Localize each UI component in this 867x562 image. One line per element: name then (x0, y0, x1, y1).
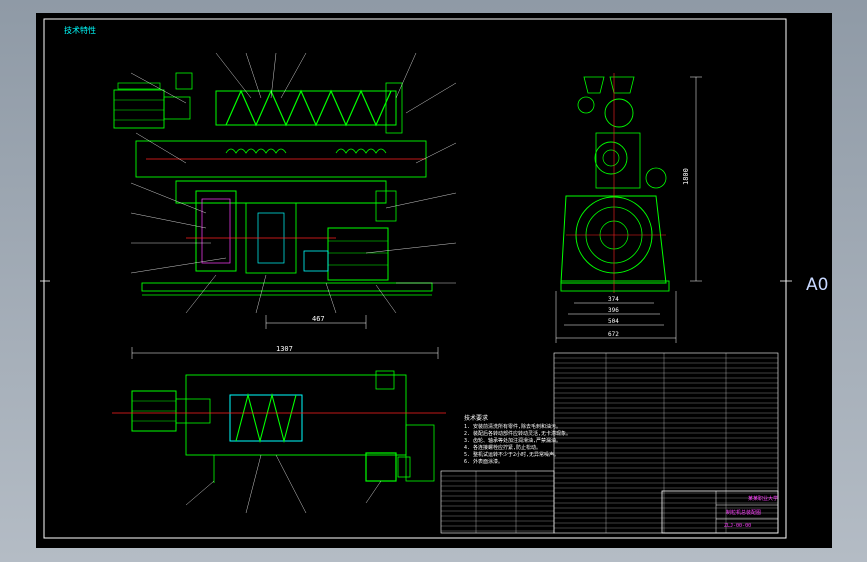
side-dimensions (555, 76, 702, 343)
side-base-2-value: 396 (608, 307, 619, 314)
outer-frame (43, 18, 787, 539)
title-block-drawing-no: ZLJ-00-00 (724, 523, 752, 529)
sheet-size-label: A0 (806, 275, 829, 295)
title-block-school: 某某职业大学 (748, 496, 779, 502)
side-base-3-value: 504 (608, 318, 619, 325)
side-view[interactable] (555, 73, 702, 343)
technical-note-line: 4. 各连接螺栓应拧紧,防止松动。 (464, 445, 542, 451)
technical-note-line: 6. 外表面涂漆。 (464, 459, 504, 465)
technical-note-line: 2. 装配后各转动部件应转动灵活,无卡滞现象。 (464, 431, 572, 437)
drawing-canvas: 467 1800 374 396 504 672 1307 (40, 18, 792, 539)
top-length-value: 1307 (276, 345, 293, 353)
front-view[interactable] (113, 52, 457, 329)
technical-note-line: 3. 齿轮、轴承等处加注润滑油,严禁漏油。 (464, 438, 562, 444)
lower-parts-table[interactable] (440, 470, 555, 534)
parts-list-table[interactable] (553, 352, 779, 534)
frame-title: 技术特性 (64, 26, 96, 35)
drawing-viewport[interactable]: 467 1800 374 396 504 672 1307 技术特性 A0 技术… (36, 13, 832, 548)
side-base-1-value: 374 (608, 296, 619, 303)
technical-note-line: 1. 安装前清洗所有零件,除去毛刺和油污。 (464, 424, 562, 430)
title-block-drawing-name: 制粒机总装配图 (726, 510, 762, 516)
side-height-value: 1800 (682, 168, 690, 185)
side-base-4-value: 672 (608, 331, 619, 338)
technical-notes-title: 技术要求 (464, 415, 489, 422)
top-view[interactable] (112, 347, 446, 514)
front-width-value: 467 (312, 315, 325, 323)
technical-note-line: 5. 整机试运转不少于2小时,无异常噪声。 (464, 452, 560, 458)
